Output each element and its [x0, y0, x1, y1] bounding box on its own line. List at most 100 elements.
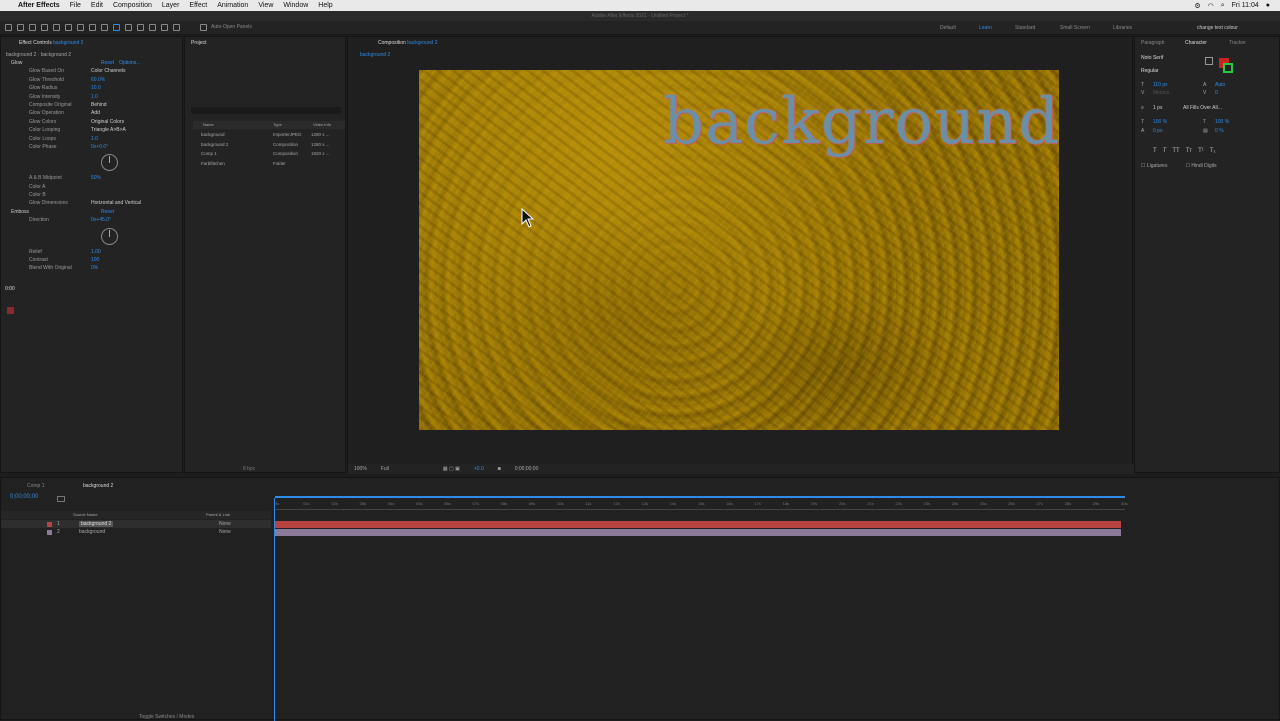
- subscript-button[interactable]: T₁: [1210, 148, 1216, 154]
- effect-glow-label[interactable]: Glow: [1, 59, 91, 67]
- roto-tool-icon[interactable]: [161, 24, 168, 31]
- layer-bar-1[interactable]: [275, 521, 1121, 528]
- control-center-icon[interactable]: ●: [1266, 2, 1270, 9]
- puppet-tool-icon[interactable]: [173, 24, 180, 31]
- property-dropdown[interactable]: Add: [91, 109, 100, 117]
- menu-file[interactable]: File: [70, 2, 81, 9]
- workspace-small-screen[interactable]: Small Screen: [1060, 25, 1090, 31]
- property-value[interactable]: 0x+45.0°: [91, 216, 111, 224]
- hindi-digits-checkbox[interactable]: ☐ Hindi Digits: [1185, 162, 1216, 170]
- zoom-tool-icon[interactable]: [41, 24, 48, 31]
- clone-tool-icon[interactable]: [137, 24, 144, 31]
- project-item[interactable]: background 2 Composition 1280 x ...: [193, 140, 345, 150]
- tracking-value[interactable]: 0: [1215, 89, 1218, 97]
- brush-tool-icon[interactable]: [125, 24, 132, 31]
- property-value[interactable]: 0x+0.0°: [91, 143, 108, 151]
- small-caps-button[interactable]: Tт: [1186, 148, 1192, 154]
- stroke-width-value[interactable]: 1 px: [1153, 104, 1183, 112]
- property-value[interactable]: 1.00: [91, 248, 101, 256]
- resolution-dropdown[interactable]: Full: [381, 465, 389, 473]
- wifi-icon[interactable]: ◠: [1208, 2, 1214, 10]
- bpc-label[interactable]: 8 bpc: [243, 465, 255, 473]
- font-family-dropdown[interactable]: Noto Serif: [1141, 54, 1163, 62]
- stroke-mode-dropdown[interactable]: All Fills Over All...: [1183, 104, 1222, 112]
- horizontal-scale-value[interactable]: 100 %: [1215, 118, 1229, 126]
- direction-dial[interactable]: [101, 227, 118, 245]
- menu-effect[interactable]: Effect: [189, 2, 207, 9]
- ligatures-checkbox[interactable]: ☐ Ligatures: [1141, 162, 1167, 170]
- auto-open-panels-label[interactable]: Auto-Open Panels: [211, 23, 252, 31]
- all-caps-button[interactable]: TT: [1172, 148, 1179, 154]
- col-video-info[interactable]: Video Info: [313, 121, 331, 129]
- snapping-icon[interactable]: [200, 24, 207, 31]
- property-value[interactable]: 1.0: [91, 93, 98, 101]
- camera-tool-icon[interactable]: [65, 24, 72, 31]
- layer-name[interactable]: background 2: [79, 521, 114, 527]
- effect-emboss-label[interactable]: Emboss: [1, 208, 91, 216]
- exposure-value[interactable]: +0.0: [474, 465, 484, 473]
- composition-viewer[interactable]: background: [419, 70, 1059, 430]
- property-dropdown[interactable]: Color Channels: [91, 67, 125, 75]
- project-item[interactable]: Farbflächen Folder: [193, 159, 345, 169]
- property-dropdown[interactable]: Behind: [91, 101, 107, 109]
- timeline-tab-background2[interactable]: background 2: [83, 483, 113, 489]
- col-type[interactable]: Type: [273, 121, 282, 129]
- search-icon[interactable]: ⌕: [1221, 2, 1225, 10]
- workspace-standard[interactable]: Standard: [1015, 25, 1035, 31]
- menu-composition[interactable]: Composition: [113, 2, 152, 9]
- tab-character[interactable]: Character: [1185, 40, 1207, 46]
- layer-label-color[interactable]: [47, 522, 52, 527]
- font-size-value[interactable]: 110 px: [1153, 81, 1203, 89]
- glow-reset-link[interactable]: Reset: [101, 59, 114, 67]
- timeline-timecode[interactable]: 0;00;00;00: [10, 493, 38, 501]
- zoom-dropdown[interactable]: 100%: [354, 465, 367, 473]
- tsume-value[interactable]: 0 %: [1215, 127, 1224, 135]
- vertical-scale-value[interactable]: 100 %: [1153, 118, 1203, 126]
- work-area-bar[interactable]: [275, 496, 1125, 498]
- faux-bold-button[interactable]: T: [1153, 148, 1157, 154]
- grid-icon[interactable]: ▦ ▢ ▣: [443, 465, 460, 473]
- workspace-libraries[interactable]: Libraries: [1113, 25, 1132, 31]
- text-layer-background[interactable]: background: [663, 84, 1059, 160]
- menu-help[interactable]: Help: [318, 2, 332, 9]
- camera-icon[interactable]: ◙: [498, 465, 501, 473]
- property-dropdown[interactable]: Horizontal and Vertical: [91, 199, 141, 207]
- tab-tracker[interactable]: Tracker: [1229, 40, 1246, 46]
- property-value[interactable]: 10.0: [91, 84, 101, 92]
- property-value[interactable]: 100: [91, 256, 99, 264]
- eyedropper-icon[interactable]: [1205, 57, 1213, 65]
- comp-timecode[interactable]: 0;00;00;00: [515, 465, 539, 473]
- property-value[interactable]: 1.0: [91, 135, 98, 143]
- project-search-input[interactable]: [191, 107, 341, 114]
- time-ruler[interactable]: 0s 01s 02s 03s 04s 05s 06s 07s 08s 09s 10s 11s 12s 13…: [275, 498, 1127, 510]
- menu-layer[interactable]: Layer: [162, 2, 180, 9]
- hand-tool-icon[interactable]: [29, 24, 36, 31]
- kerning-value[interactable]: Metrics: [1153, 89, 1203, 97]
- property-dropdown[interactable]: Original Colors: [91, 118, 124, 126]
- pen-tool-icon[interactable]: [101, 24, 108, 31]
- property-dropdown[interactable]: Triangle A>B>A: [91, 126, 126, 134]
- pan-tool-icon[interactable]: [77, 24, 84, 31]
- col-source-name[interactable]: Source Name: [73, 511, 97, 519]
- menu-app-name[interactable]: After Effects: [18, 2, 60, 9]
- layer-parent-dropdown[interactable]: None: [219, 521, 231, 527]
- layer-label-color[interactable]: [47, 530, 52, 535]
- menu-clock[interactable]: Fri 11:04: [1232, 2, 1259, 9]
- workspace-default[interactable]: Default: [940, 25, 956, 31]
- workspace-learn[interactable]: Learn: [979, 25, 992, 31]
- timeline-search-icon[interactable]: [57, 496, 65, 502]
- help-search-input[interactable]: change text colour: [1197, 25, 1238, 31]
- eraser-tool-icon[interactable]: [149, 24, 156, 31]
- tab-paragraph[interactable]: Paragraph: [1141, 40, 1164, 46]
- type-tool-icon[interactable]: [113, 24, 120, 31]
- project-item[interactable]: Comp 1 Composition 1920 x ...: [193, 149, 345, 159]
- layer-row[interactable]: 2 background None: [1, 528, 271, 536]
- layer-bar-2[interactable]: [275, 529, 1121, 536]
- menu-view[interactable]: View: [258, 2, 273, 9]
- layer-name[interactable]: background: [79, 529, 105, 535]
- effect-controls-tab[interactable]: Effect Controls background 2: [19, 40, 83, 46]
- property-value[interactable]: 60.0%: [91, 76, 105, 84]
- composition-subtab[interactable]: background 2: [360, 52, 390, 58]
- project-item[interactable]: background ImporterJPEG 1280 x ...: [193, 130, 345, 140]
- layer-parent-dropdown[interactable]: None: [219, 529, 231, 535]
